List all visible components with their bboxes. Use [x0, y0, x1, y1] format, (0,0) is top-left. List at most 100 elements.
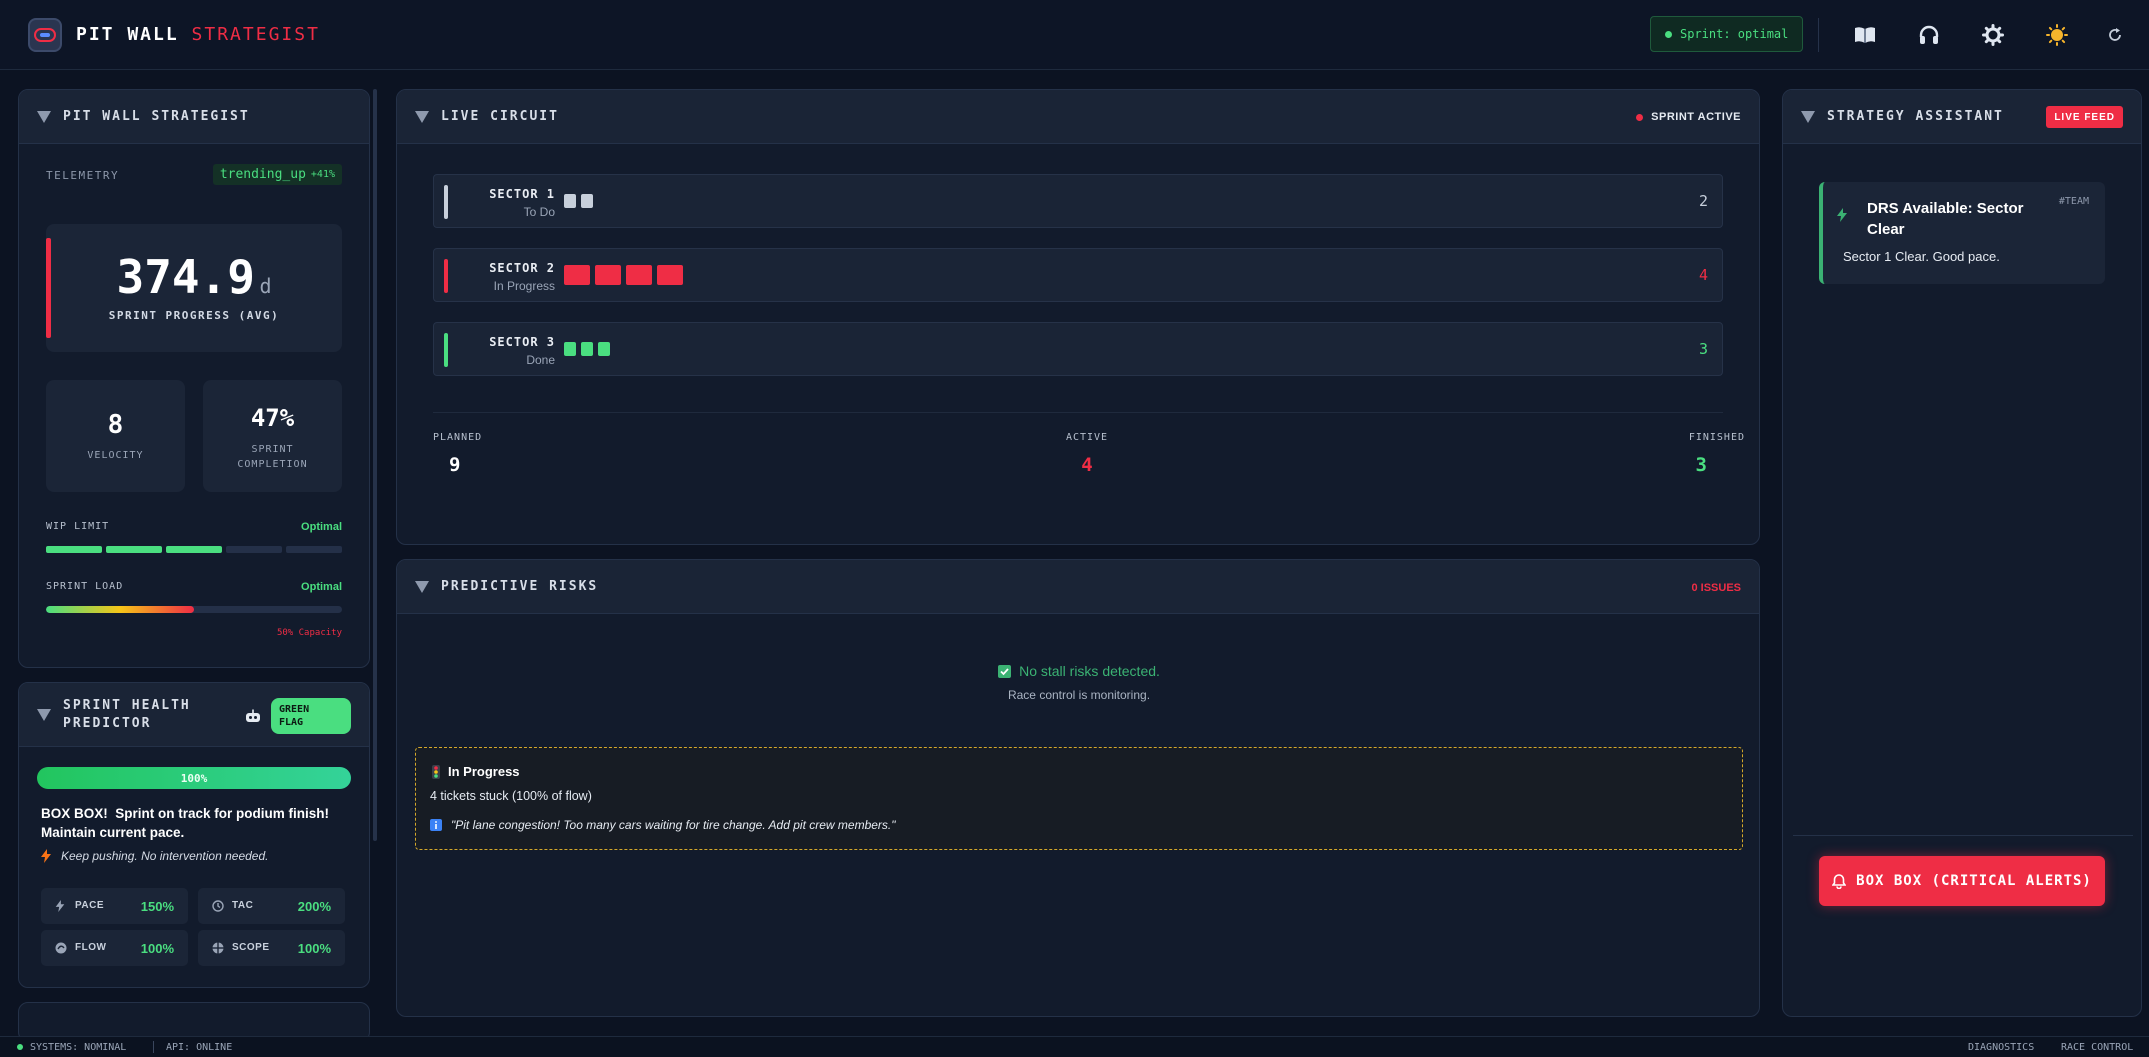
active-label: ACTIVE	[1065, 432, 1109, 443]
ticket-block[interactable]	[598, 342, 610, 356]
strategy-assistant-header[interactable]: STRATEGY ASSISTANT LIVE FEED	[1783, 90, 2141, 144]
sprint-health-panel: SPRINT HEALTH PREDICTOR GREEN FLAG 100% …	[18, 682, 370, 988]
sector-name: SECTOR 1	[489, 187, 555, 201]
wip-limit-label: WIP LIMIT	[46, 521, 110, 532]
green-flag-badge: GREEN FLAG	[271, 698, 351, 734]
ticket-block[interactable]	[657, 265, 683, 285]
predictive-risks-header[interactable]: PREDICTIVE RISKS 0 ISSUES	[397, 560, 1759, 614]
ticket-block[interactable]	[581, 342, 593, 356]
message-tag: #TEAM	[2058, 196, 2089, 207]
sector-count: 4	[1698, 266, 1708, 284]
box-box-alerts-button[interactable]: BOX BOX (CRITICAL ALERTS)	[1819, 856, 2105, 906]
ticket-blocks	[564, 342, 610, 356]
collapse-icon[interactable]	[37, 708, 51, 721]
info-icon	[430, 819, 442, 831]
telemetry-panel-header[interactable]: PIT WALL STRATEGIST	[19, 90, 369, 144]
progress-value: 374.9	[116, 250, 255, 304]
header-divider	[1818, 18, 1819, 52]
progress-unit: d	[259, 274, 272, 298]
completion-value: 47%	[250, 404, 295, 432]
traffic-light-icon	[432, 764, 440, 779]
completion-label: COMPLETION	[237, 459, 308, 470]
refresh-icon[interactable]	[2100, 20, 2130, 50]
sector-row[interactable]: SECTOR 2 In Progress 4	[433, 248, 1723, 302]
checkbox-icon	[998, 664, 1012, 678]
ticket-block[interactable]	[626, 265, 652, 285]
predictive-risks-panel: PREDICTIVE RISKS 0 ISSUES No stall risks…	[396, 559, 1760, 1017]
panel-title: STRATEGY ASSISTANT	[1827, 109, 2004, 124]
ticket-block[interactable]	[564, 194, 576, 208]
bell-icon	[1832, 873, 1847, 889]
sector-status: To Do	[523, 205, 555, 219]
sprint-progress-card: 374.9 d SPRINT PROGRESS (AVG)	[46, 224, 342, 352]
sector-status-bar	[444, 259, 448, 293]
ticket-block[interactable]	[581, 194, 593, 208]
footer-divider	[153, 1041, 154, 1053]
sector-row[interactable]: SECTOR 1 To Do 2	[433, 174, 1723, 228]
progress-label: SPRINT PROGRESS (AVG)	[108, 309, 280, 322]
left-column-scrollbar[interactable]	[373, 89, 377, 841]
status-footer: SYSTEMS: NOMINAL API: ONLINE DIAGNOSTICS…	[0, 1036, 2149, 1057]
lightning-icon	[1837, 208, 1847, 222]
sprint-load-fill	[46, 606, 194, 613]
ticket-block[interactable]	[595, 265, 621, 285]
race-control-link[interactable]: RACE CONTROL	[2061, 1042, 2133, 1053]
status-dot	[1665, 30, 1672, 38]
assistant-divider	[1793, 835, 2133, 836]
app-logo	[28, 18, 62, 52]
collapse-icon[interactable]	[415, 580, 429, 593]
message-title: DRS Available: Sector Clear	[1867, 200, 2024, 238]
clock-icon	[212, 899, 224, 917]
diagnostics-link[interactable]: DIAGNOSTICS	[1968, 1042, 2034, 1053]
panel-title: SPRINT HEALTH PREDICTOR	[63, 697, 191, 731]
live-circuit-panel: LIVE CIRCUIT SPRINT ACTIVE SECTOR 1 To Do…	[396, 89, 1760, 545]
velocity-label: VELOCITY	[87, 450, 144, 461]
sprint-load-bar	[46, 606, 342, 613]
collapse-icon[interactable]	[37, 110, 51, 123]
metric-tac: TAC 200%	[198, 888, 345, 924]
collapse-icon[interactable]	[1801, 110, 1815, 123]
ticket-block[interactable]	[564, 265, 590, 285]
robot-icon	[245, 709, 261, 728]
sector-status: Done	[526, 353, 555, 367]
panel-title: LIVE CIRCUIT	[441, 109, 559, 124]
health-progress-bar: 100%	[37, 767, 351, 789]
issues-count: 0 ISSUES	[1691, 582, 1741, 594]
wip-segment	[286, 546, 342, 553]
wip-segment	[46, 546, 102, 553]
metric-pace: PACE 150%	[41, 888, 188, 924]
flow-icon	[55, 941, 67, 959]
sprint-status-badge: Sprint: optimal	[1650, 16, 1804, 52]
panel-title: PREDICTIVE RISKS	[441, 579, 599, 594]
collapse-icon[interactable]	[415, 110, 429, 123]
app-header: PIT WALL STRATEGIST Sprint: optimal	[0, 0, 2149, 70]
telemetry-panel: PIT WALL STRATEGIST TELEMETRY trending_u…	[18, 89, 370, 668]
sector-name: SECTOR 2	[489, 261, 555, 275]
helmet-icon	[34, 28, 56, 42]
sprint-health-header[interactable]: SPRINT HEALTH PREDICTOR GREEN FLAG	[19, 683, 369, 747]
live-circuit-header[interactable]: LIVE CIRCUIT SPRINT ACTIVE	[397, 90, 1759, 144]
active-value: 4	[1081, 454, 1093, 476]
alert-detail: 4 tickets stuck (100% of flow)	[430, 789, 592, 803]
lightning-icon	[41, 849, 51, 863]
sector-row[interactable]: SECTOR 3 Done 3	[433, 322, 1723, 376]
metric-scope: SCOPE 100%	[198, 930, 345, 966]
headphones-icon[interactable]	[1914, 20, 1944, 50]
velocity-card: 8 VELOCITY	[46, 380, 185, 492]
sector-status-bar	[444, 185, 448, 219]
sun-icon[interactable]	[2042, 20, 2072, 50]
assistant-message-card[interactable]: DRS Available: Sector Clear #TEAM Sector…	[1819, 182, 2105, 284]
ticket-blocks	[564, 265, 683, 285]
finished-label: FINISHED	[1688, 432, 1745, 443]
gear-icon[interactable]	[1978, 20, 2008, 50]
book-icon[interactable]	[1850, 20, 1880, 50]
ticket-block[interactable]	[564, 342, 576, 356]
telemetry-label: TELEMETRY	[46, 169, 120, 182]
sector-status: In Progress	[493, 279, 555, 293]
scope-icon	[212, 941, 224, 959]
sprint-active-indicator: SPRINT ACTIVE	[1636, 111, 1741, 123]
metric-flow: FLOW 100%	[41, 930, 188, 966]
message-body: Sector 1 Clear. Good pace.	[1843, 249, 2000, 264]
wip-segment	[106, 546, 162, 553]
planned-label: PLANNED	[433, 432, 483, 443]
